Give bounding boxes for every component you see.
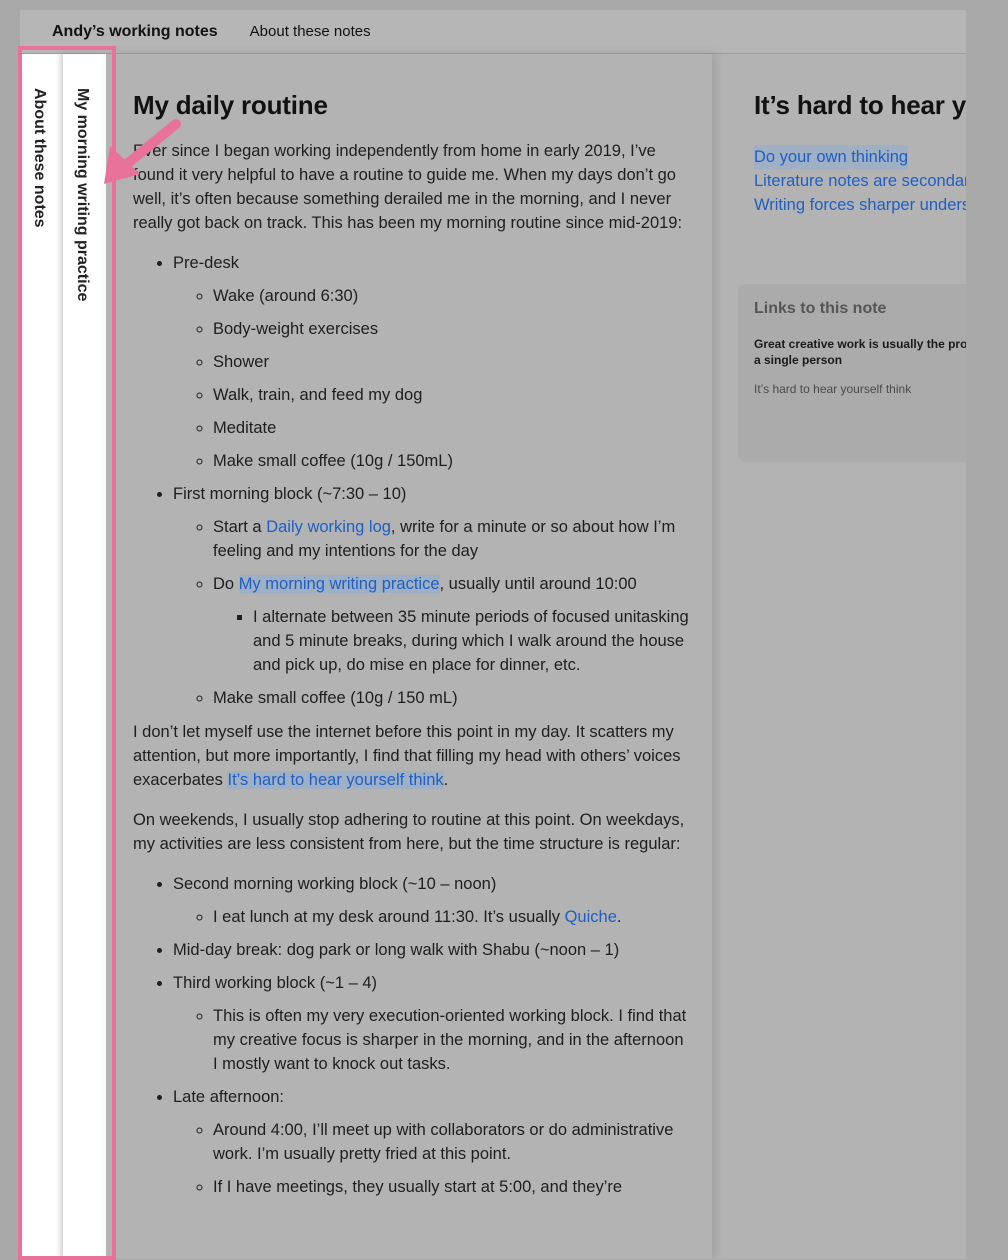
- collapsed-note-about[interactable]: About these notes: [20, 54, 63, 1259]
- note-pane-hard-to-hear: It’s hard to hear yourself think Do your…: [722, 54, 966, 1259]
- list-item: Shower: [213, 350, 689, 374]
- collapsed-note-label: My morning writing practice: [74, 88, 91, 302]
- list-item: Pre-desk Wake (around 6:30) Body-weight …: [173, 251, 689, 473]
- list-item: Do My morning writing practice, usually …: [213, 572, 689, 677]
- site-title[interactable]: Andy’s working notes: [52, 23, 218, 41]
- note-title: My daily routine: [133, 90, 328, 120]
- internet-paragraph: I don’t let myself use the internet befo…: [133, 723, 681, 789]
- list-item: I alternate between 35 minute periods of…: [253, 605, 689, 677]
- first-block-list: Start a Daily working log, write for a m…: [173, 515, 689, 710]
- note-body: Ever since I began working independently…: [106, 121, 689, 1199]
- backlinks-panel: Links to this note Great creative work i…: [738, 284, 966, 462]
- hard-to-hear-link[interactable]: It’s hard to hear yourself think: [227, 771, 444, 789]
- list-item: Second morning working block (~10 – noon…: [173, 872, 689, 929]
- nested-list: I alternate between 35 minute periods of…: [213, 605, 689, 677]
- app-window: Andy’s working notes About these notes A…: [20, 10, 966, 1259]
- list-item: Around 4:00, I’ll meet up with collabora…: [213, 1118, 689, 1166]
- list-item: Meditate: [213, 416, 689, 440]
- about-link[interactable]: About these notes: [250, 23, 371, 40]
- collapsed-note-morning-writing[interactable]: My morning writing practice: [63, 54, 106, 1259]
- writing-forces-link[interactable]: Writing forces sharper understanding: [754, 193, 966, 217]
- top-bar: Andy’s working notes About these notes: [20, 10, 966, 54]
- list-item: Make small coffee (10g / 150mL): [213, 449, 689, 473]
- list-item: Third working block (~1 – 4) This is oft…: [173, 971, 689, 1076]
- intro-paragraph: Ever since I began working independently…: [133, 142, 683, 232]
- backlinks-title: Links to this note: [754, 300, 887, 317]
- daily-working-log-link[interactable]: Daily working log: [266, 518, 391, 536]
- list-item: Body-weight exercises: [213, 317, 689, 341]
- list-item: Start a Daily working log, write for a m…: [213, 515, 689, 563]
- note-stack: About these notes My morning writing pra…: [20, 54, 106, 1259]
- list-item: Mid-day break: dog park or long walk wit…: [173, 938, 689, 962]
- literature-notes-link[interactable]: Literature notes are secondary: [754, 169, 966, 193]
- note-title: It’s hard to hear yourself think: [754, 90, 966, 120]
- related-links: Do your own thinking Literature notes ar…: [754, 145, 966, 217]
- list-item: This is often my very execution-oriented…: [213, 1004, 689, 1076]
- backlink-item[interactable]: Great creative work is usually the produ…: [754, 336, 966, 368]
- afternoon-list: Second morning working block (~10 – noon…: [133, 872, 689, 1199]
- list-item: I eat lunch at my desk around 11:30. It’…: [213, 905, 689, 929]
- list-item: Late afternoon: Around 4:00, I’ll meet u…: [173, 1085, 689, 1199]
- morning-writing-practice-link[interactable]: My morning writing practice: [238, 575, 440, 593]
- routine-list: Pre-desk Wake (around 6:30) Body-weight …: [133, 251, 689, 710]
- note-pane-daily-routine: My daily routine Ever since I began work…: [106, 54, 712, 1259]
- list-item: First morning block (~7:30 – 10) Start a…: [173, 482, 689, 710]
- list-item: Make small coffee (10g / 150 mL): [213, 686, 689, 710]
- weekends-paragraph: On weekends, I usually stop adhering to …: [133, 811, 685, 853]
- predesk-list: Wake (around 6:30) Body-weight exercises…: [173, 284, 689, 473]
- do-your-own-thinking-link[interactable]: Do your own thinking: [754, 145, 909, 169]
- backlink-item[interactable]: It’s hard to hear yourself think: [754, 382, 966, 396]
- collapsed-note-label: About these notes: [31, 88, 48, 228]
- list-item: If I have meetings, they usually start a…: [213, 1175, 689, 1199]
- list-item: Wake (around 6:30): [213, 284, 689, 308]
- list-item: Walk, train, and feed my dog: [213, 383, 689, 407]
- quiche-link[interactable]: Quiche: [565, 908, 617, 926]
